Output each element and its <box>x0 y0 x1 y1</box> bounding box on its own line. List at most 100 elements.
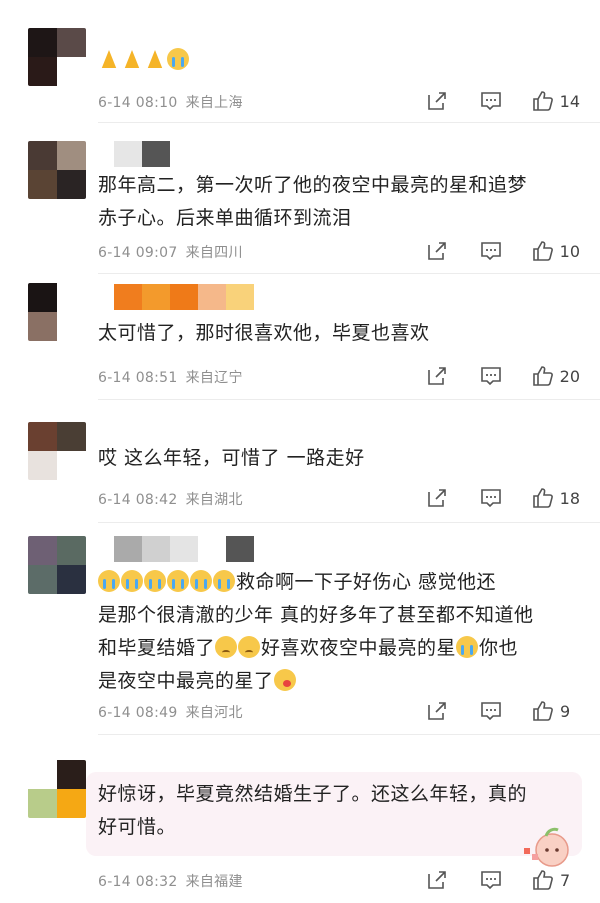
name-pixel <box>170 284 198 310</box>
like-button[interactable]: 18 <box>532 487 580 509</box>
username-redacted[interactable] <box>114 141 170 167</box>
share-icon[interactable] <box>426 365 448 387</box>
name-pixel <box>142 141 170 167</box>
crying-emoji-icon <box>167 570 189 592</box>
comment-icon[interactable] <box>480 365 502 387</box>
avatar[interactable] <box>28 283 86 341</box>
comment-actions: 7 <box>426 868 580 892</box>
comment-text: 太可惜了，那时很喜欢他，毕夏也喜欢 <box>98 322 430 344</box>
like-button[interactable]: 9 <box>532 700 580 722</box>
share-icon[interactable] <box>426 240 448 262</box>
like-button[interactable]: 14 <box>532 90 580 112</box>
comment-location: 来自上海 <box>185 95 243 111</box>
comment-location: 来自河北 <box>185 705 243 721</box>
share-icon[interactable] <box>426 869 448 891</box>
thumbs-up-icon <box>533 870 553 890</box>
crying-emoji-icon <box>456 636 479 658</box>
avatar-pixel <box>57 141 86 170</box>
comment-icon[interactable] <box>480 240 502 262</box>
comment-icon[interactable] <box>480 487 502 509</box>
comment-item: 哎 这么年轻，可惜了 一路走好 6-14 08:42 来自湖北 18 <box>0 400 600 524</box>
avatar-pixel <box>28 141 57 170</box>
comment-text-segment: 和毕夏结婚了 <box>98 637 216 659</box>
comment-actions: 9 <box>426 699 580 723</box>
comment-location: 来自湖北 <box>185 492 243 508</box>
divider <box>98 122 600 123</box>
crying-emoji-icon <box>98 570 120 592</box>
name-pixel <box>226 284 254 310</box>
avatar-pixel <box>28 422 57 451</box>
thumbs-up-icon <box>532 241 553 261</box>
avatar-pixel <box>28 283 57 312</box>
avatar-pixel <box>57 565 86 594</box>
comment-text: 哎 这么年轻，可惜了 一路走好 <box>98 447 365 469</box>
like-count: 20 <box>559 366 580 386</box>
avatar-pixel <box>57 789 86 818</box>
avatar[interactable] <box>28 760 86 818</box>
crying-emoji-icon <box>213 570 235 592</box>
avatar-pixel <box>57 422 86 451</box>
sad-emoji-icon <box>215 636 238 658</box>
like-count: 14 <box>559 91 580 111</box>
avatar-pixel <box>28 312 57 341</box>
comment-actions: 10 <box>426 239 580 263</box>
like-count: 9 <box>560 701 571 721</box>
avatar[interactable] <box>28 28 86 86</box>
comment-text: 那年高二，第一次听了他的夜空中最亮的星和追梦 赤子心。后来单曲循环到流泪 <box>98 169 578 235</box>
comment-time: 6-14 09:07 <box>98 245 178 261</box>
comment-text: 救命啊一下子好伤心 感觉他还 是那个很清澈的少年 真的好多年了甚至都不知道他 和… <box>98 566 578 698</box>
comment-icon[interactable] <box>480 869 502 891</box>
comment-text-segment: 救命啊一下子好伤心 感觉他还 <box>236 571 497 593</box>
username-redacted[interactable] <box>114 536 254 562</box>
comment-meta: 6-14 08:49 来自河北 <box>98 702 243 722</box>
username-redacted[interactable] <box>114 284 254 310</box>
avatar[interactable] <box>28 536 86 594</box>
name-pixel <box>198 284 226 310</box>
comment-text-line: 好可惜。 <box>98 816 177 838</box>
comment-actions: 20 <box>426 364 580 388</box>
share-icon[interactable] <box>426 90 448 112</box>
divider <box>98 273 600 274</box>
comment-location: 来自辽宁 <box>185 370 243 386</box>
thumbs-up-icon <box>532 488 553 508</box>
avatar-pixel <box>57 28 86 57</box>
name-pixel <box>142 284 170 310</box>
comment-icon[interactable] <box>480 90 502 112</box>
comment-icon[interactable] <box>480 700 502 722</box>
like-count: 7 <box>560 870 571 890</box>
avatar-pixel <box>28 536 57 565</box>
comment-location: 来自四川 <box>185 245 243 261</box>
avatar[interactable] <box>28 141 86 199</box>
comment-text-line: 和毕夏结婚了 好喜欢夜空中最亮的星 你也 <box>98 632 578 665</box>
name-pixel <box>226 536 254 562</box>
like-button[interactable]: 20 <box>532 365 580 387</box>
comment-text-line: 是夜空中最亮的星了 <box>98 665 578 698</box>
name-pixel <box>142 536 170 562</box>
comment-text: 好惊讶，毕夏竟然结婚生子了。还这么年轻，真的 好可惜。 <box>98 778 578 844</box>
avatar-pixel <box>28 789 57 818</box>
thumbs-up-icon <box>532 366 553 386</box>
crying-emoji-icon <box>121 570 143 592</box>
comment-actions: 18 <box>426 486 580 510</box>
comment-meta: 6-14 09:07 来自四川 <box>98 242 243 262</box>
like-button[interactable]: 10 <box>532 240 580 262</box>
peach-sticker-icon <box>524 827 569 867</box>
comment-time: 6-14 08:42 <box>98 492 178 508</box>
comment-meta: 6-14 08:32 来自福建 <box>98 871 243 891</box>
like-count: 10 <box>559 241 580 261</box>
comment-text-line: 是那个很清澈的少年 真的好多年了甚至都不知道他 <box>98 604 534 626</box>
crying-emoji-icon <box>167 48 189 70</box>
comment-text-line: 赤子心。后来单曲循环到流泪 <box>98 207 352 229</box>
comment-item: 救命啊一下子好伤心 感觉他还 是那个很清澈的少年 真的好多年了甚至都不知道他 和… <box>0 524 600 735</box>
avatar[interactable] <box>28 422 86 480</box>
like-button[interactable]: 7 <box>532 869 580 891</box>
share-icon[interactable] <box>426 700 448 722</box>
comment-item: 那年高二，第一次听了他的夜空中最亮的星和追梦 赤子心。后来单曲循环到流泪 6-1… <box>0 125 600 275</box>
comment-meta: 6-14 08:10 来自上海 <box>98 92 243 112</box>
name-pixel <box>114 284 142 310</box>
comment-text-segment: 是夜空中最亮的星了 <box>98 670 274 692</box>
avatar-pixel <box>28 170 57 199</box>
avatar-pixel <box>28 28 57 57</box>
share-icon[interactable] <box>426 487 448 509</box>
comment-time: 6-14 08:49 <box>98 705 178 721</box>
